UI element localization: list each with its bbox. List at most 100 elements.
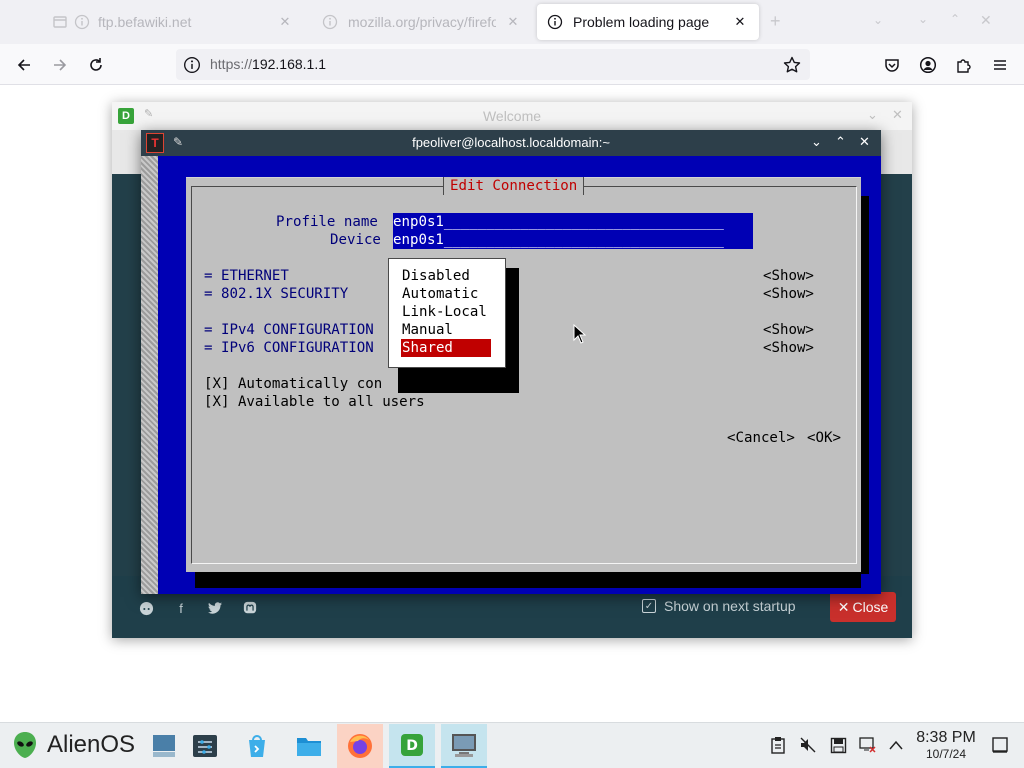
terminal-close-icon[interactable]: ✕ — [859, 134, 870, 150]
storage-save-icon[interactable] — [828, 735, 848, 755]
reload-icon[interactable] — [83, 52, 109, 78]
tab-ftp-befawiki[interactable]: ftp.befawiki.net ✕ — [42, 4, 304, 40]
clock[interactable]: 8:38 PM 10/7/24 — [912, 729, 980, 761]
volume-muted-icon[interactable] — [798, 735, 818, 755]
terminal-dialog-shadow — [195, 570, 861, 588]
taskbar-terminal[interactable] — [441, 724, 487, 768]
show-on-startup-label: Show on next startup — [664, 598, 796, 614]
site-info-icon[interactable] — [183, 56, 201, 74]
svg-text:D: D — [406, 738, 418, 754]
menu-item-manual[interactable]: Manual — [402, 321, 453, 339]
tab-close-icon[interactable]: ✕ — [731, 13, 749, 31]
clipboard-icon[interactable] — [768, 735, 788, 755]
show-ethernet-button[interactable]: <Show> — [763, 267, 814, 285]
tab-list-chevron-icon[interactable]: ⌄ — [873, 13, 883, 27]
profile-name-label: Profile name — [276, 214, 378, 230]
twitter-icon[interactable] — [207, 600, 223, 616]
tab-title: ftp.befawiki.net — [98, 14, 192, 30]
device-input[interactable]: enp0s1_________________________________ — [393, 231, 753, 249]
facebook-icon[interactable]: f — [173, 600, 189, 616]
menu-item-shared[interactable]: Shared — [401, 339, 491, 357]
menu-item-automatic[interactable]: Automatic — [402, 285, 478, 303]
taskbar-show-desktop[interactable] — [141, 724, 187, 768]
show-desktop-square-icon[interactable] — [990, 735, 1010, 755]
window-maximize-icon[interactable]: ⌃ — [950, 12, 960, 26]
url-bar[interactable]: https://192.168.1.1 — [176, 49, 810, 80]
terminal-minimize-icon[interactable]: ⌄ — [811, 134, 822, 150]
welcome-close-button[interactable]: ✕ Close — [830, 592, 896, 622]
cancel-button[interactable]: <Cancel> — [727, 429, 795, 447]
taskbar-file-manager[interactable] — [286, 724, 332, 768]
taskbar: AlienOS D 8:38 PM 10/7/24 — [0, 722, 1024, 768]
hamburger-menu-icon[interactable] — [987, 52, 1013, 78]
tab-close-icon[interactable]: ✕ — [276, 13, 294, 31]
welcome-close-icon[interactable]: ✕ — [892, 107, 903, 123]
network-disconnected-icon[interactable] — [858, 735, 878, 755]
ipv4-method-menu: Disabled Automatic Link-Local Manual Sha… — [388, 258, 506, 368]
mastodon-icon[interactable] — [242, 600, 258, 616]
tab-favicon-info — [74, 14, 90, 30]
show-ipv6-button[interactable]: <Show> — [763, 339, 814, 357]
info-icon — [322, 14, 338, 30]
bookmark-star-icon[interactable] — [782, 55, 802, 75]
alien-logo-icon — [12, 731, 38, 759]
clock-date: 10/7/24 — [925, 747, 967, 761]
section-ipv6-configuration[interactable]: = IPv6 CONFIGURATION — [204, 339, 374, 357]
mouse-cursor-icon — [573, 323, 587, 344]
extensions-puzzle-icon[interactable] — [951, 52, 977, 78]
section-ethernet[interactable]: = ETHERNET — [204, 267, 289, 285]
window-minimize-icon[interactable]: ⌄ — [918, 12, 928, 26]
taskbar-system-settings[interactable] — [182, 724, 228, 768]
window-close-icon[interactable]: ✕ — [980, 12, 992, 29]
start-menu-button[interactable]: AlienOS — [12, 731, 135, 759]
show-8021x-button[interactable]: <Show> — [763, 285, 814, 303]
dialog-title: Edit Connection — [443, 177, 585, 195]
device-label: Device — [330, 232, 381, 248]
new-tab-plus-icon[interactable]: + — [770, 11, 781, 32]
close-x-icon: ✕ — [837, 598, 850, 615]
menu-item-link-local[interactable]: Link-Local — [402, 303, 487, 321]
welcome-titlebar: D ✎ Welcome ⌄ ✕ — [112, 102, 912, 130]
close-button-label: Close — [852, 599, 889, 615]
show-ipv4-button[interactable]: <Show> — [763, 321, 814, 339]
start-label: AlienOS — [47, 731, 136, 758]
checkbox-check-icon: ✓ — [642, 599, 656, 613]
show-on-startup-checkbox[interactable]: ✓ Show on next startup — [642, 598, 796, 614]
terminal-maximize-icon[interactable]: ⌃ — [835, 134, 846, 150]
url-host: 192.168.1.1 — [252, 56, 326, 72]
reddit-icon[interactable] — [138, 600, 154, 616]
terminal-scrollbar[interactable] — [141, 156, 158, 594]
tab-title: Problem loading page — [573, 14, 710, 30]
section-ipv4-configuration[interactable]: = IPv4 CONFIGURATION — [204, 321, 374, 339]
back-arrow-icon[interactable] — [11, 52, 37, 78]
taskbar-firefox[interactable] — [337, 724, 383, 768]
all-users-checkbox[interactable]: [X] Available to all users — [204, 393, 425, 411]
tab-problem-loading[interactable]: Problem loading page ✕ — [537, 4, 759, 40]
browser-tabstrip: ftp.befawiki.net ✕ mozilla.org/privacy/f… — [0, 0, 1024, 44]
account-icon[interactable] — [915, 52, 941, 78]
terminal-title: fpeoliver@localhost.localdomain:~ — [412, 135, 610, 150]
info-icon — [547, 14, 563, 30]
welcome-title: Welcome — [482, 108, 542, 124]
browser-navbar: https://192.168.1.1 — [0, 44, 1024, 85]
terminal-titlebar: T ✎ fpeoliver@localhost.localdomain:~ ⌄ … — [141, 130, 881, 156]
pocket-icon[interactable] — [879, 52, 905, 78]
menu-item-disabled[interactable]: Disabled — [402, 267, 470, 285]
section-8021x-security[interactable]: = 802.1X SECURITY — [204, 285, 348, 303]
url-text[interactable]: https://192.168.1.1 — [210, 56, 326, 72]
clock-time: 8:38 PM — [916, 729, 976, 746]
dialog-shadow-right — [860, 196, 869, 574]
forward-arrow-icon[interactable] — [47, 52, 73, 78]
page-placeholder-icon — [52, 14, 68, 30]
ok-button[interactable]: <OK> — [807, 429, 841, 447]
tab-mozilla-privacy[interactable]: mozilla.org/privacy/firefox ✕ — [312, 4, 532, 40]
url-scheme: https:// — [210, 56, 253, 72]
tray-expand-chevron-icon[interactable] — [886, 735, 906, 755]
tab-close-icon[interactable]: ✕ — [504, 13, 522, 31]
welcome-minimize-icon[interactable]: ⌄ — [867, 107, 878, 123]
taskbar-welcome-app[interactable]: D — [389, 724, 435, 768]
tab-title: mozilla.org/privacy/firefox — [348, 14, 496, 30]
taskbar-discover[interactable] — [234, 724, 280, 768]
auto-connect-checkbox[interactable]: [X] Automatically con — [204, 375, 382, 393]
profile-name-input[interactable]: enp0s1_________________________________ — [393, 213, 753, 231]
